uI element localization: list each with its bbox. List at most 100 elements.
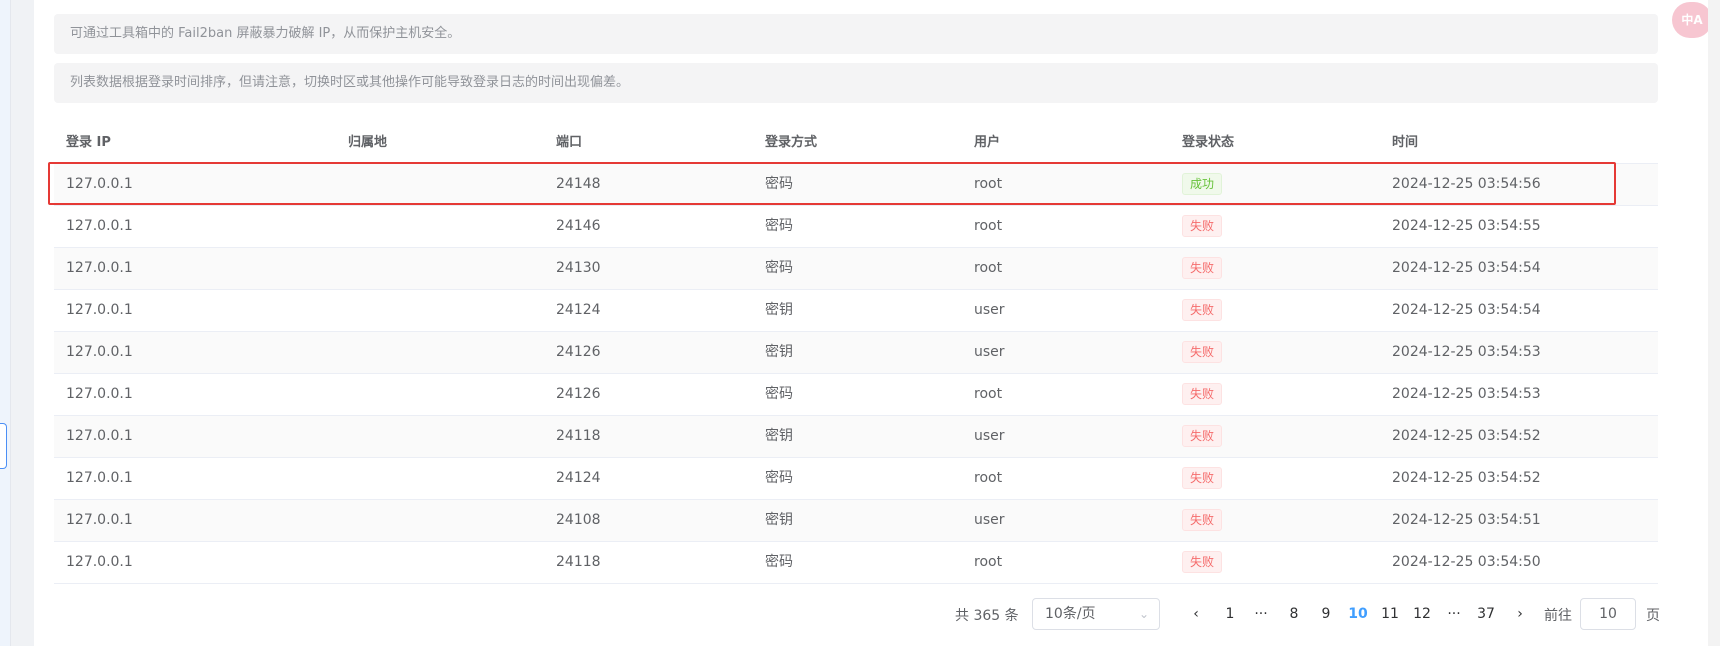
notice-fail2ban: 可通过工具箱中的 Fail2ban 屏蔽暴力破解 IP，从而保护主机安全。 <box>54 14 1658 54</box>
status-badge: 失败 <box>1182 551 1223 573</box>
cell-method: 密码 <box>765 470 793 486</box>
cell-method: 密码 <box>765 386 793 402</box>
table-row: 127.0.0.1 24124 密钥 user 失败 2024-12-25 03:54:5… <box>54 290 1658 332</box>
header-method: 登录方式 <box>765 135 818 150</box>
cell-port: 24146 <box>556 218 601 234</box>
cell-user: root <box>974 554 1003 570</box>
header-location: 归属地 <box>348 135 388 150</box>
cell-port: 24126 <box>556 386 601 402</box>
cell-port: 24148 <box>556 176 601 192</box>
cell-user: root <box>974 386 1003 402</box>
login-log-table: 登录 IP 归属地 端口 登录方式 用户 登录状态 时间 127.0.0.1 24… <box>54 123 1658 584</box>
status-badge: 失败 <box>1182 299 1223 321</box>
cell-port: 24118 <box>556 554 601 570</box>
table-header: 登录 IP 归属地 端口 登录方式 用户 登录状态 时间 <box>54 123 1658 164</box>
cell-method: 密码 <box>765 554 793 570</box>
cell-user: user <box>974 428 1005 444</box>
header-user: 用户 <box>974 135 1001 150</box>
page-ellipsis[interactable]: ··· <box>1442 598 1466 630</box>
page-size-value: 10条/页 <box>1045 606 1096 622</box>
cell-method: 密钥 <box>765 302 793 318</box>
page-size-select[interactable]: 10条/页 ⌄ <box>1032 598 1160 630</box>
header-port: 端口 <box>556 135 583 150</box>
status-badge: 失败 <box>1182 383 1223 405</box>
cell-method: 密钥 <box>765 512 793 528</box>
pagination-total: 共 365 条 <box>955 608 1019 624</box>
cell-time: 2024-12-25 03:54:50 <box>1392 554 1541 570</box>
chevron-down-icon: ⌄ <box>1138 607 1149 621</box>
status-badge: 成功 <box>1182 173 1223 195</box>
cell-status: 成功 <box>1182 164 1223 205</box>
page-button[interactable]: 11 <box>1378 598 1402 630</box>
table-row: 127.0.0.1 24126 密码 root 失败 2024-12-25 03:54:5… <box>54 374 1658 416</box>
next-page-button[interactable]: › <box>1508 598 1532 630</box>
cell-user: root <box>974 260 1003 276</box>
cell-status: 失败 <box>1182 374 1223 415</box>
cell-time: 2024-12-25 03:54:54 <box>1392 302 1541 318</box>
prev-page-button[interactable]: ‹ <box>1184 598 1208 630</box>
page-button[interactable]: 9 <box>1314 598 1338 630</box>
cell-time: 2024-12-25 03:54:56 <box>1392 176 1541 192</box>
status-badge: 失败 <box>1182 509 1223 531</box>
page-button[interactable]: 37 <box>1474 598 1498 630</box>
cell-user: root <box>974 470 1003 486</box>
page-ellipsis[interactable]: ··· <box>1249 598 1273 630</box>
translate-icon: 中A <box>1681 13 1703 27</box>
cell-port: 24126 <box>556 344 601 360</box>
page-button[interactable]: 1 <box>1218 598 1242 630</box>
cell-method: 密码 <box>765 260 793 276</box>
header-status: 登录状态 <box>1182 135 1235 150</box>
cell-time: 2024-12-25 03:54:52 <box>1392 470 1541 486</box>
header-ip: 登录 IP <box>66 135 111 150</box>
goto-label: 前往 <box>1544 608 1572 624</box>
page-button[interactable]: 10 <box>1346 598 1370 630</box>
cell-port: 24130 <box>556 260 601 276</box>
table-row: 127.0.0.1 24130 密码 root 失败 2024-12-25 03:54:5… <box>54 248 1658 290</box>
cell-time: 2024-12-25 03:54:53 <box>1392 386 1541 402</box>
table-row: 127.0.0.1 24118 密码 root 失败 2024-12-25 03:54:5… <box>54 542 1658 584</box>
cell-ip: 127.0.0.1 <box>66 260 133 276</box>
cell-status: 失败 <box>1182 542 1223 583</box>
page-scrollbar[interactable] <box>1708 0 1720 646</box>
cell-ip: 127.0.0.1 <box>66 386 133 402</box>
goto-page-input[interactable] <box>1580 598 1636 630</box>
cell-ip: 127.0.0.1 <box>66 218 133 234</box>
cell-status: 失败 <box>1182 416 1223 457</box>
cell-time: 2024-12-25 03:54:51 <box>1392 512 1541 528</box>
cell-user: user <box>974 512 1005 528</box>
table-row: 127.0.0.1 24118 密钥 user 失败 2024-12-25 03:54:5… <box>54 416 1658 458</box>
header-time: 时间 <box>1392 135 1419 150</box>
status-badge: 失败 <box>1182 215 1223 237</box>
cell-port: 24124 <box>556 470 601 486</box>
cell-method: 密码 <box>765 176 793 192</box>
cell-method: 密钥 <box>765 428 793 444</box>
cell-status: 失败 <box>1182 332 1223 373</box>
translate-float-button[interactable]: 中A <box>1672 2 1712 38</box>
cell-port: 24124 <box>556 302 601 318</box>
cell-user: root <box>974 176 1003 192</box>
cell-ip: 127.0.0.1 <box>66 428 133 444</box>
cell-ip: 127.0.0.1 <box>66 176 133 192</box>
status-badge: 失败 <box>1182 341 1223 363</box>
cell-port: 24108 <box>556 512 601 528</box>
table-row: 127.0.0.1 24148 密码 root 成功 2024-12-25 03:54:5… <box>54 164 1658 206</box>
cell-time: 2024-12-25 03:54:55 <box>1392 218 1541 234</box>
cell-ip: 127.0.0.1 <box>66 512 133 528</box>
cell-port: 24118 <box>556 428 601 444</box>
cell-status: 失败 <box>1182 500 1223 541</box>
page-button[interactable]: 12 <box>1410 598 1434 630</box>
table-row: 127.0.0.1 24108 密钥 user 失败 2024-12-25 03:54:5… <box>54 500 1658 542</box>
cell-method: 密码 <box>765 218 793 234</box>
notice-time-sort: 列表数据根据登录时间排序，但请注意，切换时区或其他操作可能导致登录日志的时间出现… <box>54 63 1658 103</box>
cell-time: 2024-12-25 03:54:52 <box>1392 428 1541 444</box>
cell-user: user <box>974 302 1005 318</box>
table-row: 127.0.0.1 24124 密码 root 失败 2024-12-25 03:54:5… <box>54 458 1658 500</box>
page-button[interactable]: 8 <box>1282 598 1306 630</box>
left-sidebar-strip <box>0 0 11 646</box>
table-row: 127.0.0.1 24126 密钥 user 失败 2024-12-25 03:54:5… <box>54 332 1658 374</box>
status-badge: 失败 <box>1182 467 1223 489</box>
cell-user: user <box>974 344 1005 360</box>
cell-ip: 127.0.0.1 <box>66 554 133 570</box>
status-badge: 失败 <box>1182 425 1223 447</box>
sidebar-collapse-handle[interactable] <box>0 423 7 469</box>
